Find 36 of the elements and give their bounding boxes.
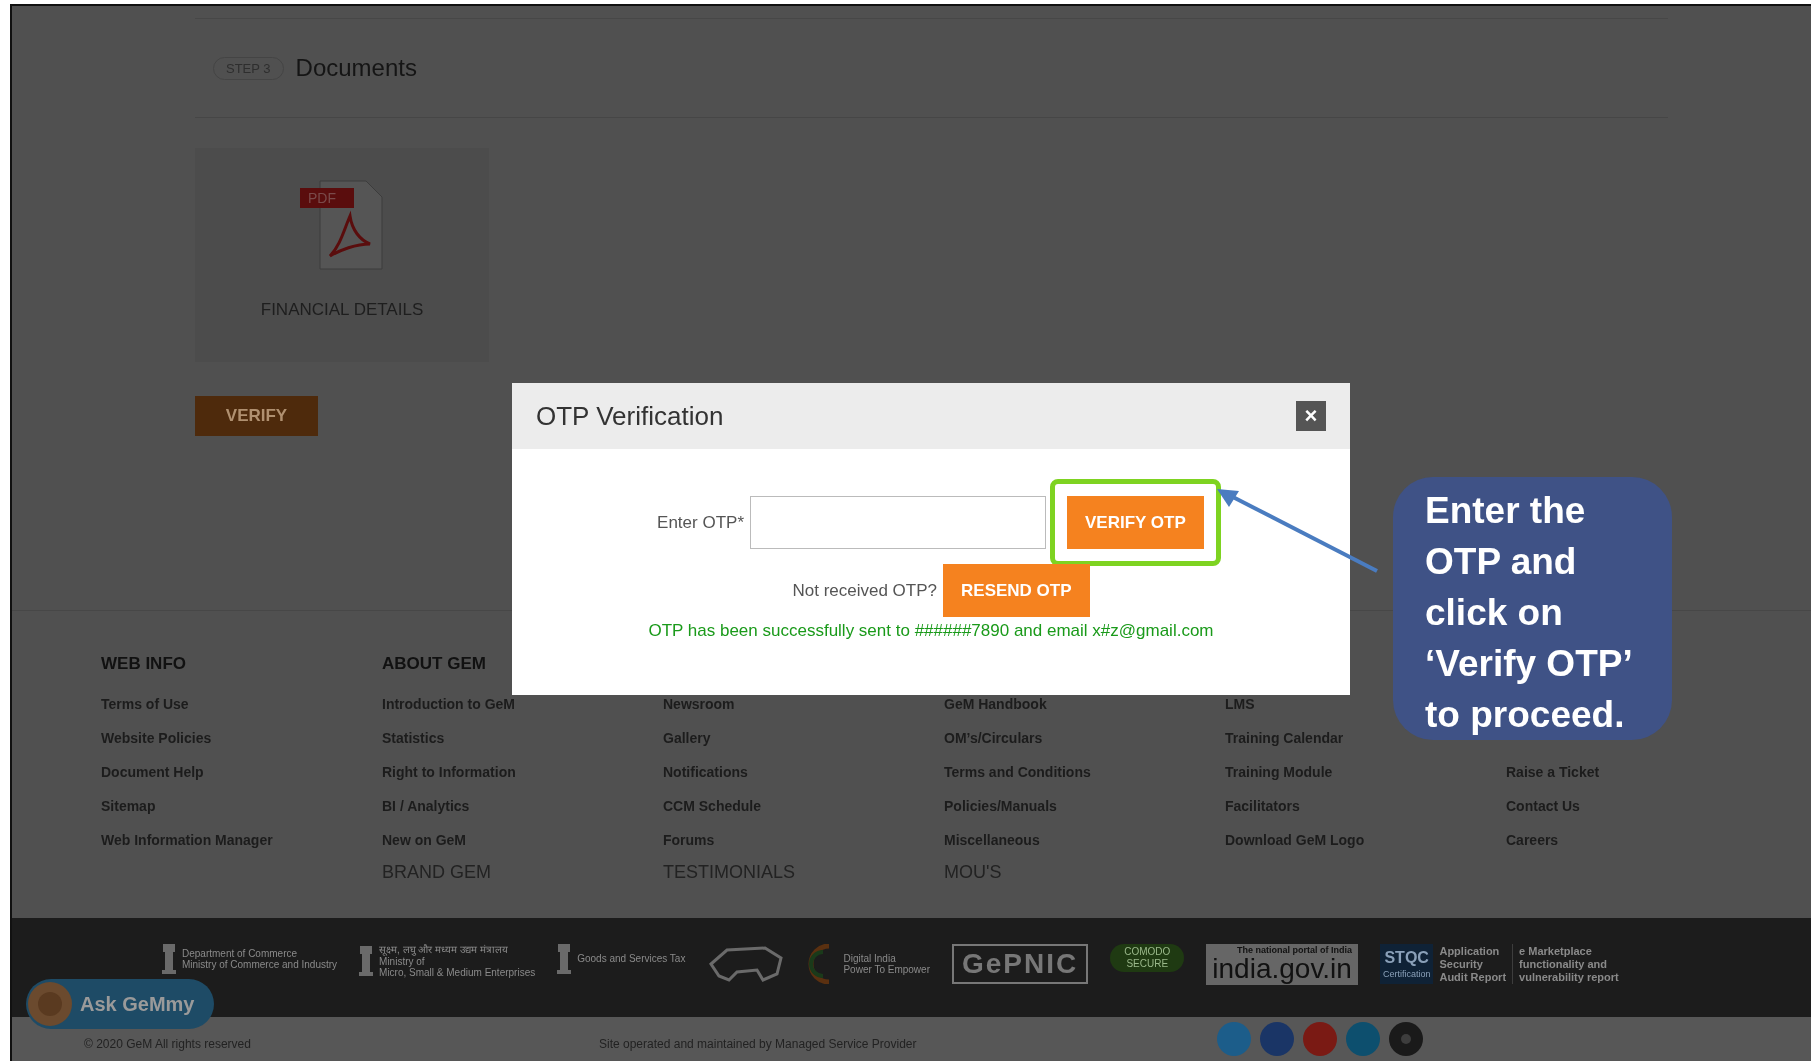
partner-text: vulnerability report: [1519, 970, 1619, 984]
resend-prompt: Not received OTP?: [792, 580, 937, 601]
partner-text: Department of Commerce: [182, 947, 299, 959]
comodo-badge: COMODO SECURE: [1110, 944, 1185, 972]
partner-text: Ministry of: [379, 955, 426, 967]
partner-text: Security: [1439, 957, 1484, 971]
emblem-icon: [359, 946, 374, 977]
partner-text: Micro, Small & Medium Enterprises: [379, 967, 536, 979]
verify-button[interactable]: VERIFY: [195, 396, 318, 436]
partner-text: Power To Empower: [843, 964, 930, 976]
partner-text: Ministry of Commerce and Industry: [182, 959, 338, 971]
partner-text: e Marketplace: [1519, 945, 1593, 958]
india-gov-logo: The national portal of India india.gov.in: [1206, 944, 1358, 985]
resend-otp-button[interactable]: RESEND OTP: [943, 564, 1090, 617]
partner-text: Application: [1439, 945, 1501, 958]
stqc-logo: STQC Certification: [1379, 944, 1434, 985]
emblem-icon: [557, 944, 572, 974]
partner-text: Goods and Services Tax: [577, 953, 686, 965]
footer-heading: ABOUT GEM: [382, 654, 487, 675]
emblem-icon: [162, 944, 176, 974]
dialog-title: OTP Verification: [536, 400, 724, 432]
partner-text: Digital India: [843, 952, 897, 964]
callout-text: Enter the OTP and click on ‘Verify OTP’ to proceed.: [1425, 489, 1632, 737]
partner-text: सूक्ष्म, लघु और मध्यम उद्यम मंत्रालय: [379, 944, 509, 956]
partner-text: Audit Report: [1439, 970, 1507, 984]
gepnic-logo: GePNIC: [951, 944, 1089, 984]
success-message: OTP has been successfully sent to ######7890 and email x#z@gmail.com: [648, 621, 1214, 640]
section-title: Documents: [295, 54, 417, 82]
footer-heading: WEB INFO: [101, 654, 187, 675]
partner-text: functionality and: [1519, 957, 1609, 971]
field-label: Enter OTP*: [656, 512, 744, 533]
social-icon[interactable]: [1389, 1022, 1423, 1056]
close-button[interactable]: ×: [1296, 401, 1326, 431]
verify-otp-button[interactable]: VERIFY OTP: [1067, 496, 1204, 549]
otp-input-field[interactable]: [750, 496, 1046, 549]
chat-badge[interactable]: Ask GeMmy: [26, 979, 214, 1029]
